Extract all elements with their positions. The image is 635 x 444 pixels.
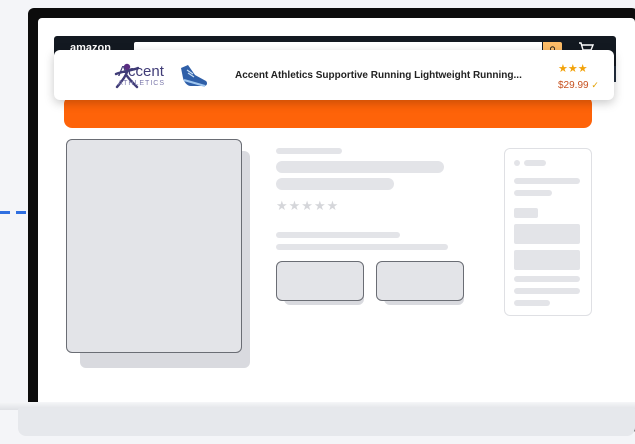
placeholder-line: [514, 190, 552, 196]
placeholder-line: [514, 276, 580, 282]
prime-check-icon: ✓: [591, 80, 599, 90]
placeholder-block: [514, 250, 580, 270]
laptop-base: [18, 408, 635, 436]
ad-price: $29.99 ✓: [558, 80, 599, 91]
left-dashed-line: [0, 211, 30, 214]
placeholder-line: [524, 160, 546, 166]
placeholder-title-line: [276, 178, 394, 190]
ad-price-value: $29.99: [558, 80, 589, 91]
product-image-placeholder: [66, 139, 242, 353]
placeholder-line: [276, 148, 342, 154]
brand-subtitle: ATHLETICS: [118, 80, 165, 87]
placeholder-line: [514, 300, 550, 306]
placeholder-line: [514, 288, 580, 294]
placeholder-dot: [514, 160, 520, 166]
placeholder-block: [514, 208, 538, 218]
placeholder-line: [276, 232, 400, 238]
placeholder-title-line: [276, 161, 444, 173]
placeholder-line: [276, 244, 448, 250]
placeholder-block: [514, 224, 580, 244]
sponsored-product-ad[interactable]: Accent ATHLETICS Accent Athletics Suppor…: [54, 50, 614, 100]
placeholder-button[interactable]: [276, 261, 364, 301]
brand-name: Accent: [118, 63, 164, 80]
ad-product-title[interactable]: Accent Athletics Supportive Running Ligh…: [235, 70, 522, 81]
ad-star-rating: ★★★: [558, 63, 588, 75]
placeholder-star-rating: ★★★★★: [276, 198, 340, 213]
placeholder-button[interactable]: [376, 261, 464, 301]
sponsored-banner[interactable]: [64, 96, 592, 128]
placeholder-line: [514, 178, 580, 184]
running-shoe-icon: [181, 65, 208, 87]
